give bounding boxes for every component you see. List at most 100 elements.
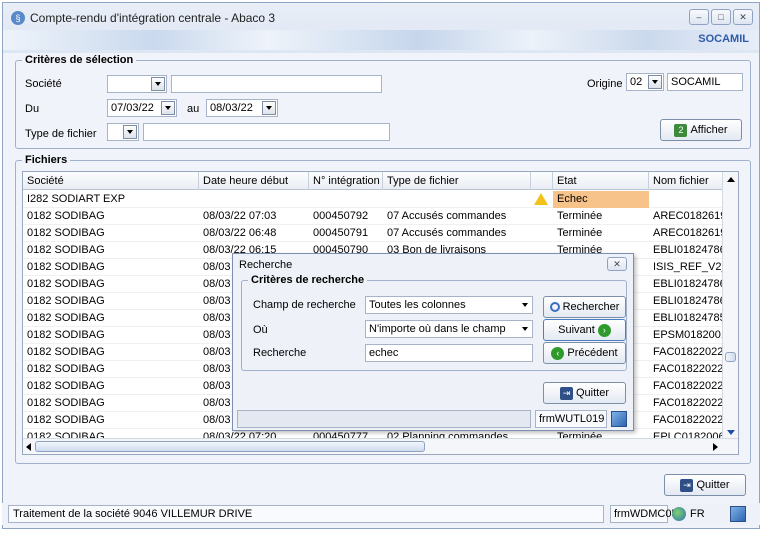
status-bar: Traitement de la société 9046 VILLEMUR D… (2, 503, 760, 525)
table-cell: 08/03/22 06:48 (203, 227, 277, 239)
chevron-down-icon[interactable] (522, 327, 528, 331)
criteria-legend: Critères de sélection (25, 54, 134, 66)
societe-name-field[interactable] (171, 75, 382, 93)
au-label: au (187, 103, 200, 115)
column-header-societe[interactable]: Société (23, 172, 199, 190)
table-cell: 0182 SODIBAG (27, 363, 105, 375)
arrow-left-icon: ‹ (551, 346, 565, 360)
column-header-integration[interactable]: N° intégration (309, 172, 383, 190)
afficher-button[interactable]: 2 Afficher (660, 119, 742, 141)
status-message: Traitement de la société 9046 VILLEMUR D… (8, 505, 604, 523)
chevron-down-icon[interactable] (522, 303, 528, 307)
origine-name-field[interactable]: SOCAMIL (667, 73, 743, 91)
table-row[interactable]: 0182 SODIBAG 08/03/22 07:03 000450792 07 Ac… (23, 208, 723, 225)
type-fichier-name-field[interactable] (143, 123, 390, 141)
vertical-scroll-thumb[interactable] (725, 352, 736, 362)
table-cell: EPSM01820011 (653, 329, 723, 341)
table-cell: Terminée (557, 210, 603, 222)
close-window-button[interactable]: ✕ (733, 9, 753, 25)
horizontal-scrollbar[interactable] (23, 438, 738, 454)
dialog-code-field: frmWUTL019 (535, 410, 607, 428)
table-cell: 0182 SODIBAG (27, 380, 105, 392)
window-icon (730, 506, 746, 522)
table-cell (199, 191, 309, 208)
chevron-down-icon[interactable] (151, 77, 165, 91)
ou-select[interactable]: N'importe où dans le champ (365, 320, 533, 338)
brand-label: SOCAMIL (698, 33, 749, 45)
dialog-close-button[interactable]: ✕ (607, 257, 627, 271)
search-criteria-legend: Critères de recherche (251, 274, 365, 286)
recherche-label: Recherche (253, 347, 307, 359)
table-row[interactable]: I282 SODIART EXP Echec (23, 191, 723, 208)
maximize-button[interactable]: □ (711, 9, 731, 25)
language-label: FR (690, 508, 705, 520)
dialog-title: Recherche (239, 259, 293, 271)
main-quitter-button[interactable]: ⇥ Quitter (664, 474, 746, 496)
warning-icon (534, 193, 548, 205)
brand-banner (3, 30, 759, 50)
du-date-field[interactable]: 07/03/22 (107, 99, 177, 117)
table-cell (649, 191, 723, 208)
column-header-icon[interactable] (531, 172, 553, 190)
scroll-right-icon[interactable] (713, 443, 718, 451)
exit-icon: ⇥ (559, 386, 573, 400)
table-cell: EBLI018247863 (653, 244, 723, 256)
minimize-button[interactable]: – (689, 9, 709, 25)
table-cell: EBLI018247861 (653, 278, 723, 290)
table-cell: FAC018220220 (653, 397, 723, 409)
table-cell (383, 191, 531, 208)
table-cell (309, 191, 383, 208)
recherche-input[interactable]: echec (365, 344, 533, 362)
files-legend: Fichiers (25, 154, 68, 166)
table-cell: EBLI018247861 (653, 295, 723, 307)
column-header-nom[interactable]: Nom fichier (649, 172, 723, 190)
window-controls: – □ ✕ (689, 9, 753, 25)
scroll-down-icon[interactable] (727, 430, 735, 435)
table-cell: 0182 SODIBAG (27, 312, 105, 324)
table-header: Société Date heure début N° intégration … (23, 172, 723, 190)
table-cell: 07 Accusés commandes (387, 210, 507, 222)
societe-label: Société (25, 78, 62, 90)
chevron-down-icon[interactable] (123, 125, 137, 139)
column-header-type[interactable]: Type de fichier (383, 172, 531, 190)
societe-select[interactable] (107, 75, 167, 93)
table-cell: Terminée (557, 227, 603, 239)
rechercher-button[interactable]: Rechercher (543, 296, 626, 318)
table-cell: 0182 SODIBAG (27, 244, 105, 256)
table-cell: ISIS_REF_V2_I (653, 261, 723, 273)
champ-select[interactable]: Toutes les colonnes (365, 296, 533, 314)
table-cell: 0182 SODIBAG (27, 414, 105, 426)
table-cell: I282 SODIART EXP (27, 193, 126, 205)
column-header-date[interactable]: Date heure début (199, 172, 309, 190)
window-icon (611, 411, 627, 427)
scroll-up-icon[interactable] (727, 177, 735, 182)
column-header-etat[interactable]: Etat (553, 172, 649, 190)
vertical-scrollbar[interactable] (722, 172, 738, 438)
suivant-button[interactable]: Suivant › (543, 319, 626, 341)
search-dialog: Recherche ✕ Critères de recherche Champ … (232, 253, 634, 431)
table-cell: 07 Accusés commandes (387, 227, 507, 239)
au-date-field[interactable]: 08/03/22 (206, 99, 278, 117)
type-fichier-select[interactable] (107, 123, 139, 141)
table-cell: 0182 SODIBAG (27, 278, 105, 290)
chevron-down-icon[interactable] (648, 75, 662, 89)
dialog-quitter-button[interactable]: ⇥ Quitter (543, 382, 626, 404)
globe-icon (672, 507, 686, 521)
refresh-icon: 2 (674, 123, 688, 137)
table-cell: FAC018220220 (653, 380, 723, 392)
table-cell: 0182 SODIBAG (27, 227, 105, 239)
scroll-left-icon[interactable] (26, 443, 31, 451)
table-cell: 000450792 (313, 210, 369, 222)
horizontal-scroll-thumb[interactable] (35, 441, 425, 452)
table-cell: AREC0182619C (653, 210, 723, 222)
chevron-down-icon[interactable] (262, 101, 276, 115)
table-cell: 0182 SODIBAG (27, 295, 105, 307)
origine-code-select[interactable]: 02 (626, 73, 664, 91)
chevron-down-icon[interactable] (161, 101, 175, 115)
state-icon-cell (531, 191, 553, 208)
table-row[interactable]: 0182 SODIBAG 08/03/22 06:48 000450791 07 Ac… (23, 225, 723, 242)
status-form-code: frmWDMC053 (610, 505, 684, 523)
precedent-button[interactable]: ‹ Précédent (543, 342, 626, 364)
table-cell: 08/03/22 07:03 (203, 210, 277, 222)
champ-label: Champ de recherche (253, 299, 356, 311)
